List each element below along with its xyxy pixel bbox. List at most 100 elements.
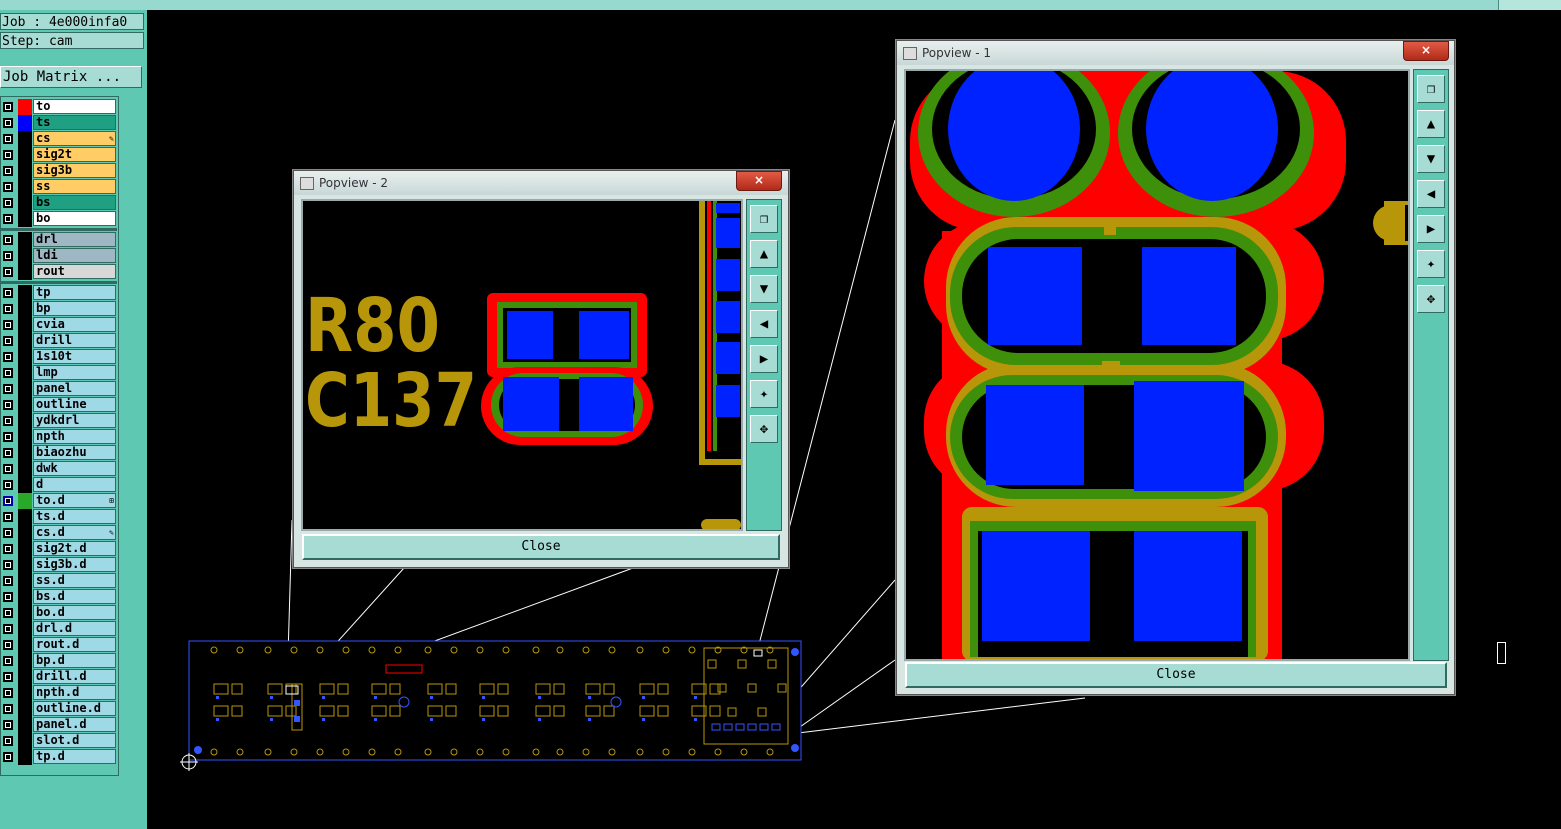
layer-checkbox[interactable] (3, 640, 13, 650)
layer-name[interactable]: d (33, 477, 116, 492)
layer-checkbox[interactable] (3, 448, 13, 458)
layer-color-swatch[interactable] (18, 589, 32, 605)
layer-checkbox[interactable] (3, 214, 13, 224)
layer-checkbox[interactable] (3, 336, 13, 346)
layer-name[interactable]: bp (33, 301, 116, 316)
layer-checkbox[interactable] (3, 416, 13, 426)
layer-checkbox[interactable] (3, 384, 13, 394)
layer-color-swatch[interactable] (18, 317, 32, 333)
layer-name[interactable]: bs.d (33, 589, 116, 604)
layer-checkbox[interactable] (3, 656, 13, 666)
layer-row[interactable]: drill (1, 333, 117, 349)
pan-down-icon[interactable]: ▼ (1417, 145, 1445, 173)
layer-name[interactable]: drill.d (33, 669, 116, 684)
layer-row[interactable]: d (1, 477, 117, 493)
layer-color-swatch[interactable] (18, 701, 32, 717)
layer-name[interactable]: outline (33, 397, 116, 412)
layer-checkbox[interactable] (3, 544, 13, 554)
layer-name[interactable]: tp (33, 285, 116, 300)
layer-color-swatch[interactable] (18, 365, 32, 381)
layer-name[interactable]: cs (33, 131, 116, 146)
layer-checkbox[interactable] (3, 432, 13, 442)
layer-name[interactable]: ydkdrl (33, 413, 116, 428)
layer-checkbox[interactable] (3, 182, 13, 192)
layer-row[interactable]: tp.d (1, 749, 117, 765)
layer-name[interactable]: ldi (33, 248, 116, 263)
layer-color-swatch[interactable] (18, 557, 32, 573)
layer-color-swatch[interactable] (18, 477, 32, 493)
layer-color-swatch[interactable] (18, 211, 32, 227)
layer-row[interactable]: drl (1, 232, 117, 248)
layer-color-swatch[interactable] (18, 131, 32, 147)
layer-checkbox[interactable] (3, 251, 13, 261)
layer-row[interactable]: cs.d ✎ (1, 525, 117, 541)
layer-color-swatch[interactable] (18, 413, 32, 429)
layer-row[interactable]: ss.d (1, 573, 117, 589)
layer-color-swatch[interactable] (18, 163, 32, 179)
zoom-out-icon[interactable]: ✥ (750, 415, 778, 443)
layer-checkbox[interactable] (3, 672, 13, 682)
layer-name[interactable]: 1s10t (33, 349, 116, 364)
layer-name[interactable]: rout (33, 264, 116, 279)
pan-down-icon[interactable]: ▼ (750, 275, 778, 303)
layer-row[interactable]: slot.d (1, 733, 117, 749)
zoom-in-icon[interactable]: ✦ (1417, 250, 1445, 278)
layer-row[interactable]: bo (1, 211, 117, 227)
layer-checkbox[interactable] (3, 736, 13, 746)
layer-name[interactable]: outline.d (33, 701, 116, 716)
zoom-in-icon[interactable]: ✦ (750, 380, 778, 408)
layer-checkbox[interactable] (3, 267, 13, 277)
layer-color-swatch[interactable] (18, 232, 32, 248)
layer-color-swatch[interactable] (18, 621, 32, 637)
layer-color-swatch[interactable] (18, 381, 32, 397)
layer-row[interactable]: rout (1, 264, 117, 280)
layer-checkbox[interactable] (3, 496, 13, 506)
layer-color-swatch[interactable] (18, 99, 32, 115)
layer-checkbox[interactable] (3, 320, 13, 330)
layer-row[interactable]: 1s10t (1, 349, 117, 365)
layer-color-swatch[interactable] (18, 653, 32, 669)
layer-checkbox[interactable] (3, 752, 13, 762)
popview-2-viewport[interactable]: R80 C137 (301, 199, 743, 531)
popview-1-viewport[interactable] (904, 69, 1410, 661)
layer-color-swatch[interactable] (18, 179, 32, 195)
layer-name[interactable]: sig3b.d (33, 557, 116, 572)
layer-name[interactable]: npth.d (33, 685, 116, 700)
layer-name[interactable]: slot.d (33, 733, 116, 748)
layer-color-swatch[interactable] (18, 509, 32, 525)
layer-row[interactable]: cs ✎ (1, 131, 117, 147)
layer-row[interactable]: outline.d (1, 701, 117, 717)
layer-row[interactable]: ss (1, 179, 117, 195)
layer-color-swatch[interactable] (18, 248, 32, 264)
layer-name[interactable]: bo (33, 211, 116, 226)
popview-2-close-x-button[interactable]: × (736, 171, 782, 191)
layer-row[interactable]: tp (1, 285, 117, 301)
pan-left-icon[interactable]: ◀ (750, 310, 778, 338)
job-matrix-button[interactable]: Job Matrix ... (0, 66, 142, 88)
layer-row[interactable]: outline (1, 397, 117, 413)
layer-row[interactable]: panel.d (1, 717, 117, 733)
layer-name[interactable]: tp.d (33, 749, 116, 764)
layer-name[interactable]: panel.d (33, 717, 116, 732)
layer-color-swatch[interactable] (18, 669, 32, 685)
layer-color-swatch[interactable] (18, 637, 32, 653)
layer-checkbox[interactable] (3, 134, 13, 144)
layer-row[interactable]: rout.d (1, 637, 117, 653)
layer-color-swatch[interactable] (18, 333, 32, 349)
layer-color-swatch[interactable] (18, 349, 32, 365)
layer-name[interactable]: lmp (33, 365, 116, 380)
layer-color-swatch[interactable] (18, 195, 32, 211)
layer-row[interactable]: ts (1, 115, 117, 131)
layer-color-swatch[interactable] (18, 685, 32, 701)
layer-name[interactable]: ts (33, 115, 116, 130)
layer-color-swatch[interactable] (18, 541, 32, 557)
layer-row[interactable]: panel (1, 381, 117, 397)
layer-name[interactable]: ss.d (33, 573, 116, 588)
layer-checkbox[interactable] (3, 400, 13, 410)
layer-name[interactable]: sig2t.d (33, 541, 116, 556)
layer-row[interactable]: sig3b.d (1, 557, 117, 573)
layer-checkbox[interactable] (3, 480, 13, 490)
layer-row[interactable]: bs.d (1, 589, 117, 605)
layer-name[interactable]: drill (33, 333, 116, 348)
layer-color-swatch[interactable] (18, 115, 32, 131)
